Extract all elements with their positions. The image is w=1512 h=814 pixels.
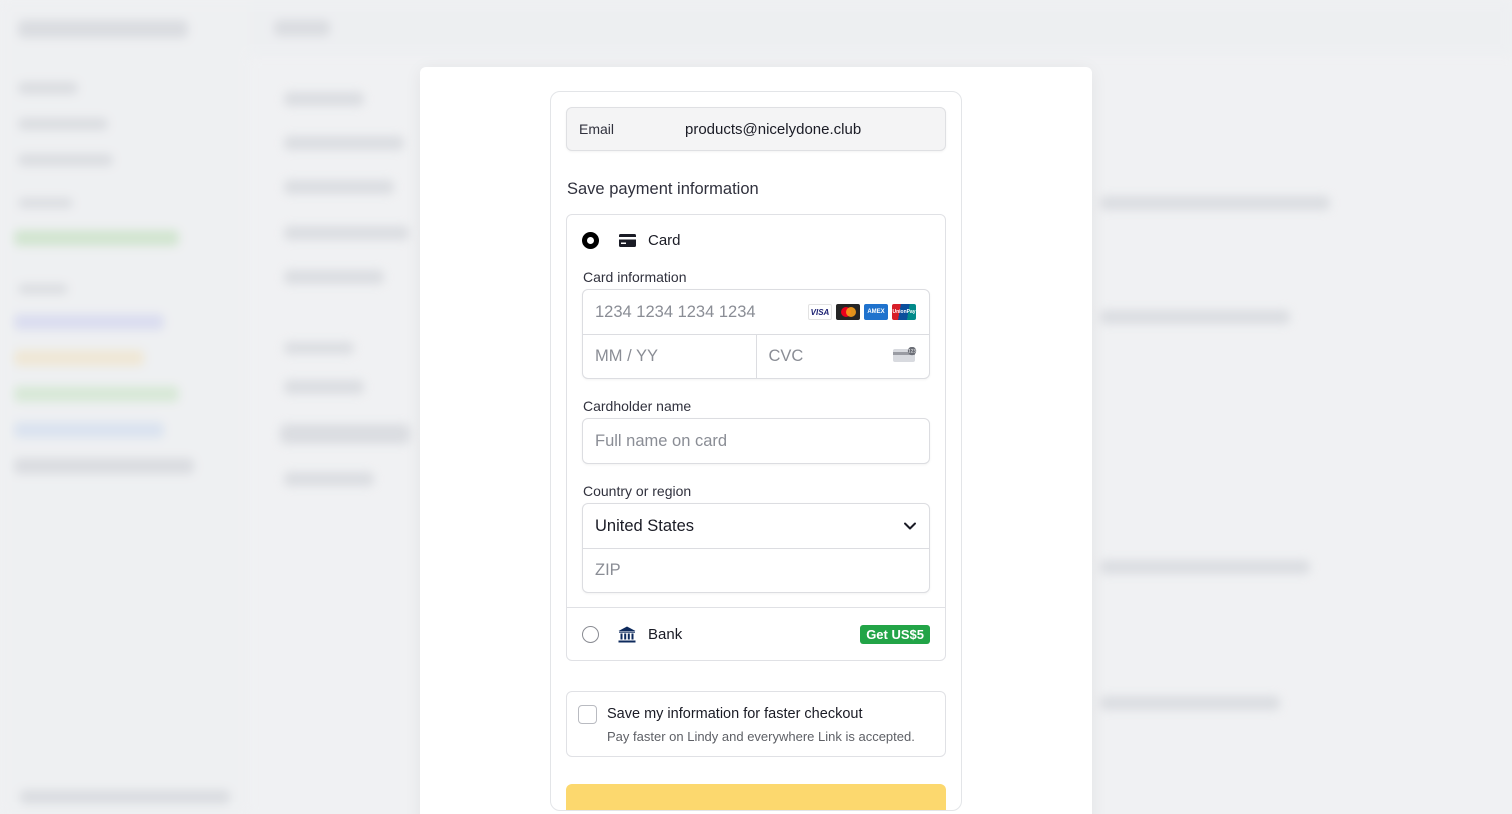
email-row[interactable]: Email products@nicelydone.club [566, 107, 946, 151]
expiry-placeholder: MM / YY [595, 347, 658, 365]
country-select[interactable]: United States [583, 504, 929, 548]
chevron-down-icon [904, 522, 916, 530]
amex-icon: AMEX [864, 304, 888, 320]
card-brands: VISA AMEX UnionPay [808, 304, 916, 320]
save-info-checkbox[interactable] [578, 705, 597, 724]
save-info-box[interactable]: Save my information for faster checkout … [566, 691, 946, 757]
cvc-card-icon: 123 [893, 347, 916, 362]
card-info-label: Card information [583, 269, 687, 285]
cvc-placeholder: CVC [768, 347, 804, 365]
card-number-input[interactable]: 1234 1234 1234 1234 VISA AMEX UnionPay [583, 290, 929, 334]
email-value: products@nicelydone.club [685, 120, 862, 138]
save-info-subtitle: Pay faster on Lindy and everywhere Link … [607, 729, 915, 744]
cardholder-placeholder: Full name on card [595, 431, 728, 450]
card-info-group: 1234 1234 1234 1234 VISA AMEX UnionPay M… [582, 289, 930, 379]
section-title: Save payment information [567, 180, 759, 198]
bank-icon [618, 626, 636, 642]
unionpay-icon: UnionPay [892, 304, 916, 320]
email-label: Email [579, 121, 615, 137]
submit-button[interactable] [566, 784, 946, 810]
payment-modal: Email products@nicelydone.club Save paym… [420, 67, 1092, 814]
cardholder-input[interactable]: Full name on card [582, 418, 930, 464]
payment-methods: Card Card information 1234 1234 1234 123… [566, 214, 946, 661]
country-label: Country or region [583, 483, 692, 499]
visa-icon: VISA [808, 304, 832, 320]
card-option[interactable]: Card [567, 216, 945, 264]
cvc-input[interactable]: CVC 123 [755, 335, 930, 378]
background-sidebar [0, 0, 250, 814]
checkout-form: Email products@nicelydone.club Save paym… [550, 91, 962, 811]
country-value: United States [595, 516, 695, 535]
credit-card-icon [618, 233, 636, 247]
background-header [250, 0, 1512, 56]
zip-input[interactable]: ZIP [583, 548, 929, 592]
bank-option[interactable]: Bank Get US$5 [567, 609, 945, 659]
card-radio[interactable] [582, 231, 599, 249]
save-info-title: Save my information for faster checkout [607, 706, 863, 722]
cardholder-label: Cardholder name [583, 398, 692, 414]
bank-bonus-badge: Get US$5 [860, 624, 930, 644]
zip-placeholder: ZIP [595, 561, 621, 579]
mastercard-icon [836, 304, 860, 320]
address-group: United States ZIP [582, 503, 930, 593]
expiry-input[interactable]: MM / YY [583, 335, 756, 378]
bank-radio[interactable] [582, 625, 599, 643]
svg-text:123: 123 [908, 349, 916, 354]
method-divider [567, 607, 945, 608]
bank-label: Bank [648, 625, 683, 643]
card-label: Card [648, 231, 681, 249]
card-number-placeholder: 1234 1234 1234 1234 [595, 302, 756, 321]
